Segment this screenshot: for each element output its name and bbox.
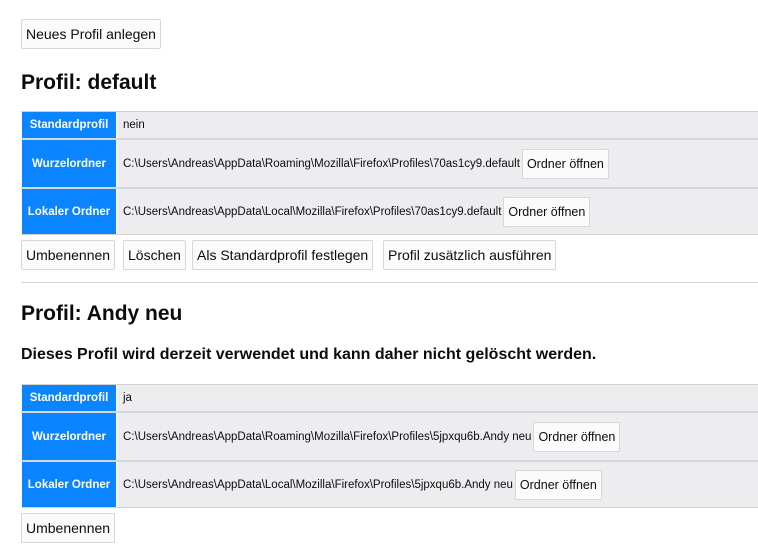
delete-profile-button[interactable]: Löschen [123,240,186,270]
row-header-default-profile: Standardprofil [21,385,117,411]
open-root-folder-button[interactable]: Ordner öffnen [533,421,621,452]
launch-profile-button[interactable]: Profil zusätzlich ausführen [383,240,557,270]
default-profile-text: nein [123,119,145,131]
open-local-folder-button[interactable]: Ordner öffnen [503,196,591,227]
row-header-root-directory: Wurzelordner [21,140,117,187]
profile-info-table: Standardprofil nein Wurzelordner C:\User… [21,111,758,235]
create-new-profile-button[interactable]: Neues Profil anlegen [21,19,161,49]
profile-title: Profil: default [21,71,157,94]
table-row: Wurzelordner C:\Users\Andreas\AppData\Ro… [21,411,758,460]
set-default-profile-button[interactable]: Als Standardprofil festlegen [192,240,374,270]
profile-info-table: Standardprofil ja Wurzelordner C:\Users\… [21,384,758,508]
open-local-folder-button[interactable]: Ordner öffnen [514,469,602,500]
table-row: Lokaler Ordner C:\Users\Andreas\AppData\… [21,460,758,507]
table-row: Standardprofil ja [21,385,758,411]
local-directory-value: C:\Users\Andreas\AppData\Local\Mozilla\F… [117,196,591,227]
root-directory-value: C:\Users\Andreas\AppData\Roaming\Mozilla… [117,421,621,452]
default-profile-value: nein [117,119,145,131]
root-directory-path: C:\Users\Andreas\AppData\Roaming\Mozilla… [123,157,520,170]
root-directory-path: C:\Users\Andreas\AppData\Roaming\Mozilla… [123,430,532,443]
local-directory-path: C:\Users\Andreas\AppData\Local\Mozilla\F… [123,478,513,491]
profile-divider [21,282,758,283]
table-row: Wurzelordner C:\Users\Andreas\AppData\Ro… [21,138,758,187]
table-row: Lokaler Ordner C:\Users\Andreas\AppData\… [21,187,758,234]
root-directory-value: C:\Users\Andreas\AppData\Roaming\Mozilla… [117,148,609,179]
rename-profile-button[interactable]: Umbenennen [21,513,116,543]
local-directory-path: C:\Users\Andreas\AppData\Local\Mozilla\F… [123,205,502,218]
profile-in-use-notice: Dieses Profil wird derzeit verwendet und… [21,346,597,363]
table-row: Standardprofil nein [21,112,758,138]
about-profiles-page: Neues Profil anlegen Profil: default Sta… [0,0,758,552]
default-profile-value: ja [117,392,132,404]
row-header-local-directory: Lokaler Ordner [21,462,117,507]
profile-title: Profil: Andy neu [21,302,183,325]
row-header-default-profile: Standardprofil [21,112,117,138]
default-profile-text: ja [123,392,132,404]
local-directory-value: C:\Users\Andreas\AppData\Local\Mozilla\F… [117,469,602,500]
rename-profile-button[interactable]: Umbenennen [21,240,116,270]
row-header-local-directory: Lokaler Ordner [21,189,117,234]
open-root-folder-button[interactable]: Ordner öffnen [521,148,609,179]
row-header-root-directory: Wurzelordner [21,413,117,460]
